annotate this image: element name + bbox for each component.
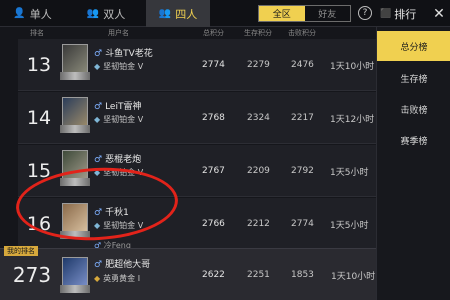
tier-icon: ◆	[94, 274, 101, 283]
play-time: 1天5小时	[330, 167, 369, 178]
male-icon: ♂	[94, 102, 103, 112]
tier-icon: ◆	[94, 115, 101, 124]
male-icon: ♂	[94, 260, 103, 270]
kill-score: 2217	[291, 113, 314, 123]
tab-solo[interactable]: 👤 单人	[0, 0, 65, 27]
tab-duo[interactable]: 👥 双人	[72, 0, 140, 27]
male-icon: ♂	[94, 155, 103, 165]
total-score: 2774	[202, 60, 225, 70]
player-name-text: 斗鱼TV老花	[105, 49, 153, 59]
player-name: ♂ 恶棍老炮	[94, 152, 141, 165]
tier-icon: ◆	[94, 62, 101, 71]
people-icon: 👥	[86, 8, 100, 19]
my-rank-row[interactable]: 我的排名 273 ♂ 肥超他大哥 ◆ 英勇黄金 I 2622 2251 1853 1…	[0, 246, 376, 300]
sidebar-item-survival[interactable]: 生存榜	[377, 63, 450, 93]
leaderboard-sidebar: 总分榜 生存榜 击败榜 赛季榜	[376, 27, 450, 300]
tab-squad[interactable]: 👥 四人	[146, 0, 210, 27]
col-kills-header: 击败积分	[288, 29, 316, 37]
help-icon[interactable]: ?	[358, 6, 372, 20]
ranking-title-label: 排行	[394, 7, 417, 21]
player-name-text: 恶棍老炮	[105, 155, 142, 165]
table-row[interactable]: 14 ♂ LeiT雷神 ◆ 坚韧铂金 V 2768 2324 2217 1天12小时	[18, 92, 376, 144]
player-name-text: LeiT雷神	[105, 102, 142, 112]
my-player-name: ♂ 肥超他大哥	[94, 257, 150, 270]
col-survival-header: 生存积分	[244, 29, 272, 37]
tier-label: ◆ 坚韧铂金 V	[94, 114, 143, 125]
kill-score: 2476	[291, 60, 314, 70]
my-tier-text: 英勇黄金 I	[103, 274, 141, 283]
play-time: 1天5小时	[330, 220, 369, 231]
tier-label: ◆ 坚韧铂金 V	[94, 61, 143, 72]
my-player-name-text: 肥超他大哥	[105, 260, 151, 270]
table-header: 排名 用户名 总积分 生存积分 击败积分	[0, 27, 376, 39]
male-icon: ♂	[94, 49, 103, 59]
survival-score: 2212	[247, 219, 270, 229]
survival-score: 2279	[247, 60, 270, 70]
kill-score: 2774	[291, 219, 314, 229]
trophy-icon: ⬛	[380, 8, 392, 19]
player-name: ♂ 斗鱼TV老花	[94, 46, 153, 59]
total-score: 2768	[202, 113, 225, 123]
play-time: 1天12小时	[330, 114, 375, 125]
avatar	[60, 44, 90, 80]
tab-solo-label: 单人	[29, 7, 52, 21]
col-rank-header: 排名	[30, 29, 44, 37]
sidebar-item-season[interactable]: 赛季榜	[377, 125, 450, 155]
my-play-time: 1天10小时	[331, 271, 376, 282]
tier-text: 坚韧铂金 V	[103, 62, 144, 71]
avatar-frame	[60, 125, 90, 133]
kill-score: 2792	[291, 166, 314, 176]
my-avatar	[60, 257, 90, 293]
region-friends-button[interactable]: 好友	[305, 6, 351, 21]
tab-duo-label: 双人	[103, 7, 126, 21]
sidebar-item-total[interactable]: 总分榜	[377, 31, 450, 61]
avatar	[60, 97, 90, 133]
my-survival-score: 2251	[247, 270, 270, 280]
ranking-title: ⬛ 排行	[380, 0, 426, 27]
survival-score: 2324	[247, 113, 270, 123]
group-icon: 👥	[158, 8, 172, 19]
table-row[interactable]: 13 ♂ 斗鱼TV老花 ◆ 坚韧铂金 V 2774 2279 2476 1天10小时	[18, 39, 376, 91]
avatar-frame	[60, 72, 90, 80]
player-name: ♂ LeiT雷神	[94, 99, 141, 112]
tier-text: 坚韧铂金 V	[103, 115, 144, 124]
rank-number: 14	[26, 107, 52, 129]
play-time: 1天10小时	[330, 61, 375, 72]
total-score: 2766	[202, 219, 225, 229]
close-button[interactable]: ✕	[428, 0, 450, 27]
my-rank-number: 273	[12, 263, 52, 287]
my-total-score: 2622	[202, 270, 225, 280]
survival-score: 2209	[247, 166, 270, 176]
col-total-header: 总积分	[203, 29, 224, 37]
rank-number: 13	[26, 54, 52, 76]
person-icon: 👤	[13, 8, 26, 19]
my-kill-score: 1853	[291, 270, 314, 280]
sidebar-item-kills[interactable]: 击败榜	[377, 94, 450, 124]
tab-squad-label: 四人	[175, 7, 198, 21]
close-icon: ✕	[433, 5, 445, 22]
my-tier-label: ◆ 英勇黄金 I	[94, 273, 140, 284]
region-all-button[interactable]: 全区	[259, 6, 305, 21]
avatar-frame	[60, 285, 90, 293]
total-score: 2767	[202, 166, 225, 176]
col-user-header: 用户名	[108, 29, 129, 37]
region-toggle: 全区 好友	[258, 5, 351, 22]
top-bar: 👤 单人 👥 双人 👥 四人 全区 好友 ? ⬛ 排行 ✕	[0, 0, 450, 27]
